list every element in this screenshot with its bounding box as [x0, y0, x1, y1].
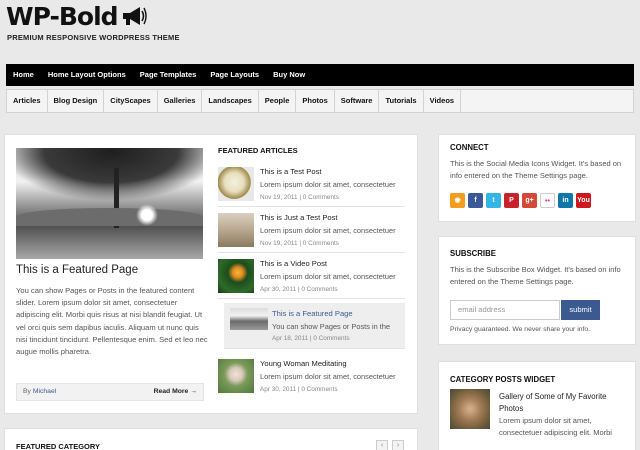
site-tagline: PREMIUM RESPONSIVE WORDPRESS THEME	[7, 33, 180, 42]
article-meta: Apr 30, 2011 | 0 Comments	[260, 286, 338, 293]
connect-text: This is the Social Media Icons Widget. I…	[450, 159, 622, 180]
next-arrow-button[interactable]: ›	[392, 440, 404, 450]
article-thumbnail-landscape[interactable]	[230, 308, 268, 330]
featured-page-image[interactable]	[16, 148, 203, 259]
article-thumbnail-toucan[interactable]	[218, 259, 254, 293]
article-item[interactable]: This is Just a Test Post Lorem ipsum dol…	[218, 209, 405, 253]
article-excerpt: Lorem ipsum dolor sit amet, consectetuer	[260, 226, 396, 235]
featured-page-footer: By Michael Read More →	[16, 383, 204, 401]
article-date: Apr 18, 2011	[272, 335, 309, 342]
category-post-excerpt: Lorem ipsum dolor sit amet, consectetuer…	[499, 416, 612, 437]
article-title[interactable]: This is a Video Post	[260, 259, 327, 268]
article-title[interactable]: This is a Featured Page	[272, 309, 353, 318]
article-excerpt: Lorem ipsum dolor sit amet, consectetuer	[260, 180, 396, 189]
article-meta: Apr 18, 2011 | 0 Comments	[272, 335, 350, 342]
article-thumbnail-meditating[interactable]	[218, 359, 254, 393]
facebook-icon[interactable]: f	[468, 193, 483, 208]
article-date: Nov 19, 2011	[260, 194, 298, 201]
category-post-thumbnail[interactable]	[450, 389, 490, 429]
category-nav-item[interactable]: Tutorials	[379, 90, 424, 112]
article-title[interactable]: This is a Test Post	[260, 167, 321, 176]
rss-icon[interactable]: ◉	[450, 193, 465, 208]
site-header: WP-Bold PREMIUM RESPONSIVE WORDPRESS THE…	[0, 0, 640, 58]
article-meta: Apr 30, 2011 | 0 Comments	[260, 386, 338, 393]
primary-nav: Home Home Layout Options Page Templates …	[6, 64, 634, 86]
article-date: Apr 30, 2011	[260, 286, 297, 293]
article-excerpt: You can show Pages or Posts in the	[272, 322, 391, 331]
category-nav-item[interactable]: CityScapes	[104, 90, 158, 112]
pinterest-icon[interactable]: P	[504, 193, 519, 208]
category-nav-item[interactable]: Landscapes	[202, 90, 259, 112]
nav-item[interactable]: Home	[6, 64, 41, 86]
article-comments[interactable]: 0 Comments	[313, 335, 349, 342]
article-title[interactable]: Young Woman Meditating	[260, 359, 347, 368]
article-item[interactable]: This is a Test Post Lorem ipsum dolor si…	[218, 163, 405, 207]
article-comments[interactable]: 0 Comments	[301, 386, 337, 393]
flickr-icon[interactable]: ••	[540, 193, 555, 208]
category-nav-item[interactable]: People	[259, 90, 297, 112]
category-posts-heading: CATEGORY POSTS WIDGET	[450, 375, 556, 384]
featured-page-text: You can show Pages or Posts in the featu…	[16, 286, 208, 357]
byline: By Michael	[23, 384, 56, 400]
hill-shape	[16, 208, 203, 226]
article-title[interactable]: This is Just a Test Post	[260, 213, 338, 222]
nav-item[interactable]: Home Layout Options	[41, 64, 133, 86]
category-nav-item[interactable]: Photos	[296, 90, 335, 112]
category-nav-item[interactable]: Software	[335, 90, 380, 112]
featured-category-heading: FEATURED CATEGORY	[16, 442, 101, 450]
linkedin-icon[interactable]: in	[558, 193, 573, 208]
subscribe-text: This is the Subscribe Box Widget. It's b…	[450, 265, 621, 286]
twitter-icon[interactable]: t	[486, 193, 501, 208]
prev-arrow-button[interactable]: ‹	[376, 440, 388, 450]
category-nav-item[interactable]: Articles	[7, 90, 48, 112]
featured-page-title[interactable]: This is a Featured Page	[16, 264, 138, 276]
megaphone-icon	[123, 7, 147, 25]
subscribe-heading: SUBSCRIBE	[450, 249, 496, 258]
site-logo[interactable]: WP-Bold	[6, 2, 119, 31]
category-post-title[interactable]: Gallery of Some of My Favorite Photos	[499, 391, 624, 414]
google-plus-icon[interactable]: g+	[522, 193, 537, 208]
category-nav-item[interactable]: Videos	[424, 90, 462, 112]
secondary-nav: Articles Blog Design CityScapes Gallerie…	[6, 89, 634, 113]
article-thumbnail-clock[interactable]	[218, 167, 254, 201]
nav-item[interactable]: Page Layouts	[203, 64, 266, 86]
submit-button[interactable]: submit	[561, 300, 600, 320]
author-link[interactable]: Michael	[33, 388, 56, 395]
article-excerpt: Lorem ipsum dolor sit amet, consectetuer	[260, 372, 396, 381]
article-comments[interactable]: 0 Comments	[301, 286, 337, 293]
article-meta: Nov 19, 2011 | 0 Comments	[260, 194, 339, 201]
connect-heading: CONNECT	[450, 143, 489, 152]
article-comments[interactable]: 0 Comments	[303, 240, 339, 247]
article-item[interactable]: This is a Video Post Lorem ipsum dolor s…	[218, 255, 405, 299]
tree-canopy-shape	[16, 148, 203, 200]
youtube-icon[interactable]: You	[576, 193, 591, 208]
read-more-link[interactable]: Read More →	[154, 384, 197, 400]
category-nav-item[interactable]: Galleries	[158, 90, 203, 112]
article-date: Apr 30, 2011	[260, 386, 297, 393]
privacy-note: Privacy guaranteed. We never share your …	[450, 326, 591, 333]
nav-item[interactable]: Page Templates	[133, 64, 204, 86]
article-thumbnail-reading[interactable]	[218, 213, 254, 247]
sun-shape	[136, 204, 158, 226]
byline-label: By	[23, 388, 31, 395]
article-item-active[interactable]: This is a Featured Page You can show Pag…	[224, 303, 405, 349]
article-item[interactable]: Young Woman Meditating Lorem ipsum dolor…	[218, 355, 405, 399]
article-meta: Nov 19, 2011 | 0 Comments	[260, 240, 339, 247]
nav-item[interactable]: Buy Now	[266, 64, 312, 86]
article-excerpt: Lorem ipsum dolor sit amet, consectetuer	[260, 272, 396, 281]
article-date: Nov 19, 2011	[260, 240, 298, 247]
category-nav-item[interactable]: Blog Design	[48, 90, 105, 112]
email-field[interactable]: email address	[450, 300, 560, 320]
article-comments[interactable]: 0 Comments	[303, 194, 339, 201]
featured-articles-heading: FEATURED ARTICLES	[218, 146, 298, 155]
